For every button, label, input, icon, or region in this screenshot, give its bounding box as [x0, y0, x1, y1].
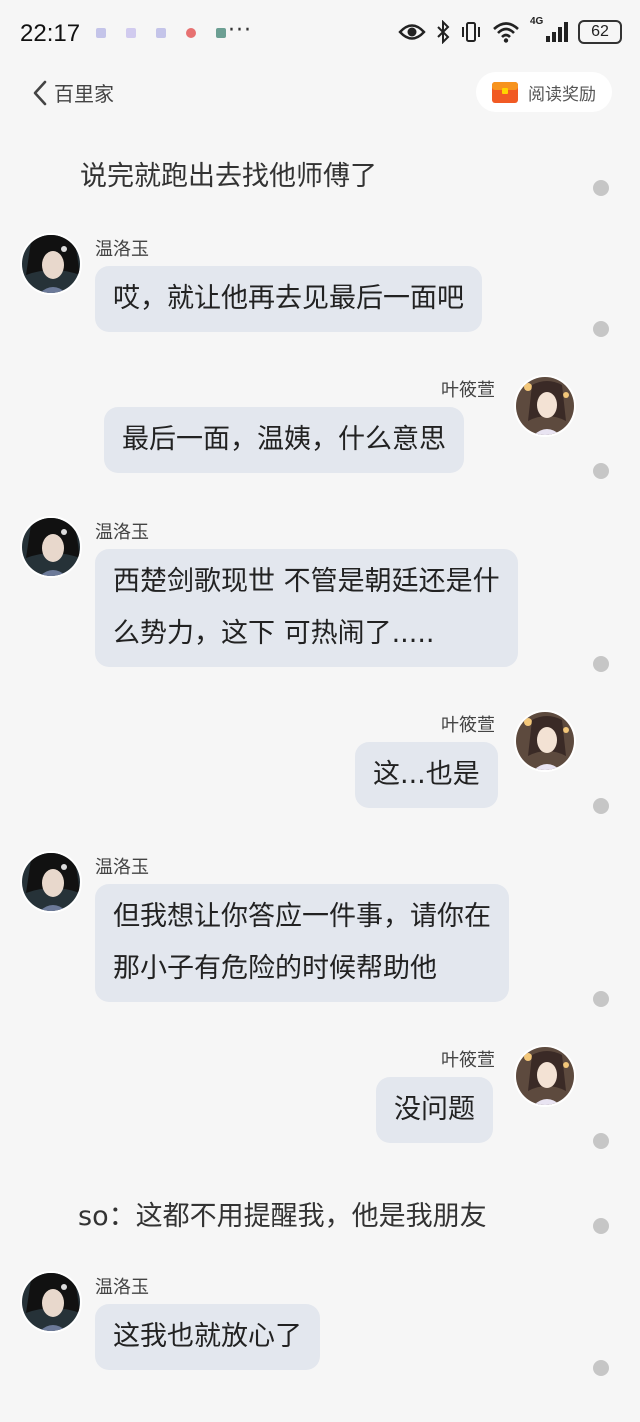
eye-icon [398, 24, 426, 40]
message-text-line: 但我想让你答应一件事，请你在 [113, 901, 491, 932]
speaker-name: 叶筱萱 [441, 380, 495, 401]
status-icons: 4G 62 [398, 16, 622, 44]
avatar-ye-xiaoxuan[interactable] [514, 710, 576, 772]
avatar-wen-luoyu[interactable] [20, 1271, 82, 1333]
message-bubble[interactable]: 哎，就让他再去见最后一面吧 [95, 266, 482, 332]
message-dot[interactable] [593, 656, 609, 672]
speaker-name: 温洛玉 [95, 1277, 149, 1298]
message-dot[interactable] [593, 1218, 609, 1234]
character-portrait-icon [22, 518, 80, 576]
character-portrait-icon [22, 1273, 80, 1331]
message-bubble[interactable]: 最后一面，温姨，什么意思 [104, 407, 464, 473]
message-dot[interactable] [593, 1360, 609, 1376]
message-dot[interactable] [593, 180, 609, 196]
network-type: 4G [530, 16, 544, 27]
message-dot[interactable] [593, 1133, 609, 1149]
back-button[interactable]: 百里家 [32, 78, 114, 107]
status-bar: 22:17 ··· 4G 62 [0, 0, 640, 70]
treasure-chest-icon [492, 82, 518, 103]
speaker-name: 温洛玉 [95, 239, 149, 260]
narration-text: so：这都不用提醒我，他是我朋友 [78, 1201, 487, 1232]
notification-icon [156, 28, 166, 38]
signal-bar [552, 32, 556, 42]
avatar-wen-luoyu[interactable] [20, 516, 82, 578]
character-portrait-icon [516, 712, 574, 770]
narration-text: 说完就跑出去找他师傅了 [80, 161, 377, 192]
message-bubble[interactable]: 这我也就放心了 [95, 1304, 320, 1370]
header: 百里家 阅读奖励 [0, 70, 640, 116]
character-portrait-icon [22, 235, 80, 293]
message-bubble[interactable]: 这...也是 [355, 742, 498, 808]
status-time: 22:17 [20, 20, 81, 47]
message-text: 哎，就让他再去见最后一面吧 [113, 283, 464, 314]
signal-bar [564, 22, 568, 42]
cellular-signal: 4G [530, 16, 568, 42]
notification-icon [126, 28, 136, 38]
message-text: 没问题 [394, 1094, 475, 1125]
reading-reward-label: 阅读奖励 [528, 84, 596, 105]
speaker-name: 叶筱萱 [441, 715, 495, 736]
message-bubble[interactable]: 没问题 [376, 1077, 493, 1143]
character-portrait-icon [516, 377, 574, 435]
chevron-left-icon [33, 80, 47, 105]
vibrate-icon [462, 22, 480, 42]
avatar-ye-xiaoxuan[interactable] [514, 375, 576, 437]
speaker-name: 叶筱萱 [441, 1050, 495, 1071]
bluetooth-icon [437, 20, 450, 44]
message-text-line: 那小子有危险的时候帮助他 [113, 953, 437, 984]
notification-icon [186, 28, 196, 38]
avatar-wen-luoyu[interactable] [20, 851, 82, 913]
message-bubble[interactable]: 西楚剑歌现世 不管是朝廷还是什 么势力，这下 可热闹了..... [95, 549, 518, 667]
wifi-icon [493, 22, 519, 43]
message-dot[interactable] [593, 321, 609, 337]
speaker-name: 温洛玉 [95, 522, 149, 543]
notification-icon [96, 28, 106, 38]
message-bubble[interactable]: 但我想让你答应一件事，请你在 那小子有危险的时候帮助他 [95, 884, 509, 1002]
signal-bar [546, 36, 550, 42]
message-text-line: 西楚剑歌现世 不管是朝廷还是什 [113, 566, 500, 597]
character-portrait-icon [516, 1047, 574, 1105]
character-portrait-icon [22, 853, 80, 911]
message-dot[interactable] [593, 991, 609, 1007]
more-notifications-icon: ··· [228, 18, 252, 43]
speaker-name: 温洛玉 [95, 857, 149, 878]
battery-icon: 62 [578, 20, 622, 44]
page-title: 百里家 [54, 82, 114, 106]
message-text: 最后一面，温姨，什么意思 [122, 424, 446, 455]
notification-icons [96, 28, 226, 38]
reading-reward-button[interactable]: 阅读奖励 [476, 72, 612, 112]
notification-icon [216, 28, 226, 38]
message-text-line: 么势力，这下 可热闹了..... [113, 618, 435, 649]
message-text: 这...也是 [373, 759, 480, 790]
message-text: 这我也就放心了 [113, 1321, 302, 1352]
signal-bar [558, 27, 562, 42]
message-dot[interactable] [593, 463, 609, 479]
avatar-wen-luoyu[interactable] [20, 233, 82, 295]
avatar-ye-xiaoxuan[interactable] [514, 1045, 576, 1107]
message-dot[interactable] [593, 798, 609, 814]
